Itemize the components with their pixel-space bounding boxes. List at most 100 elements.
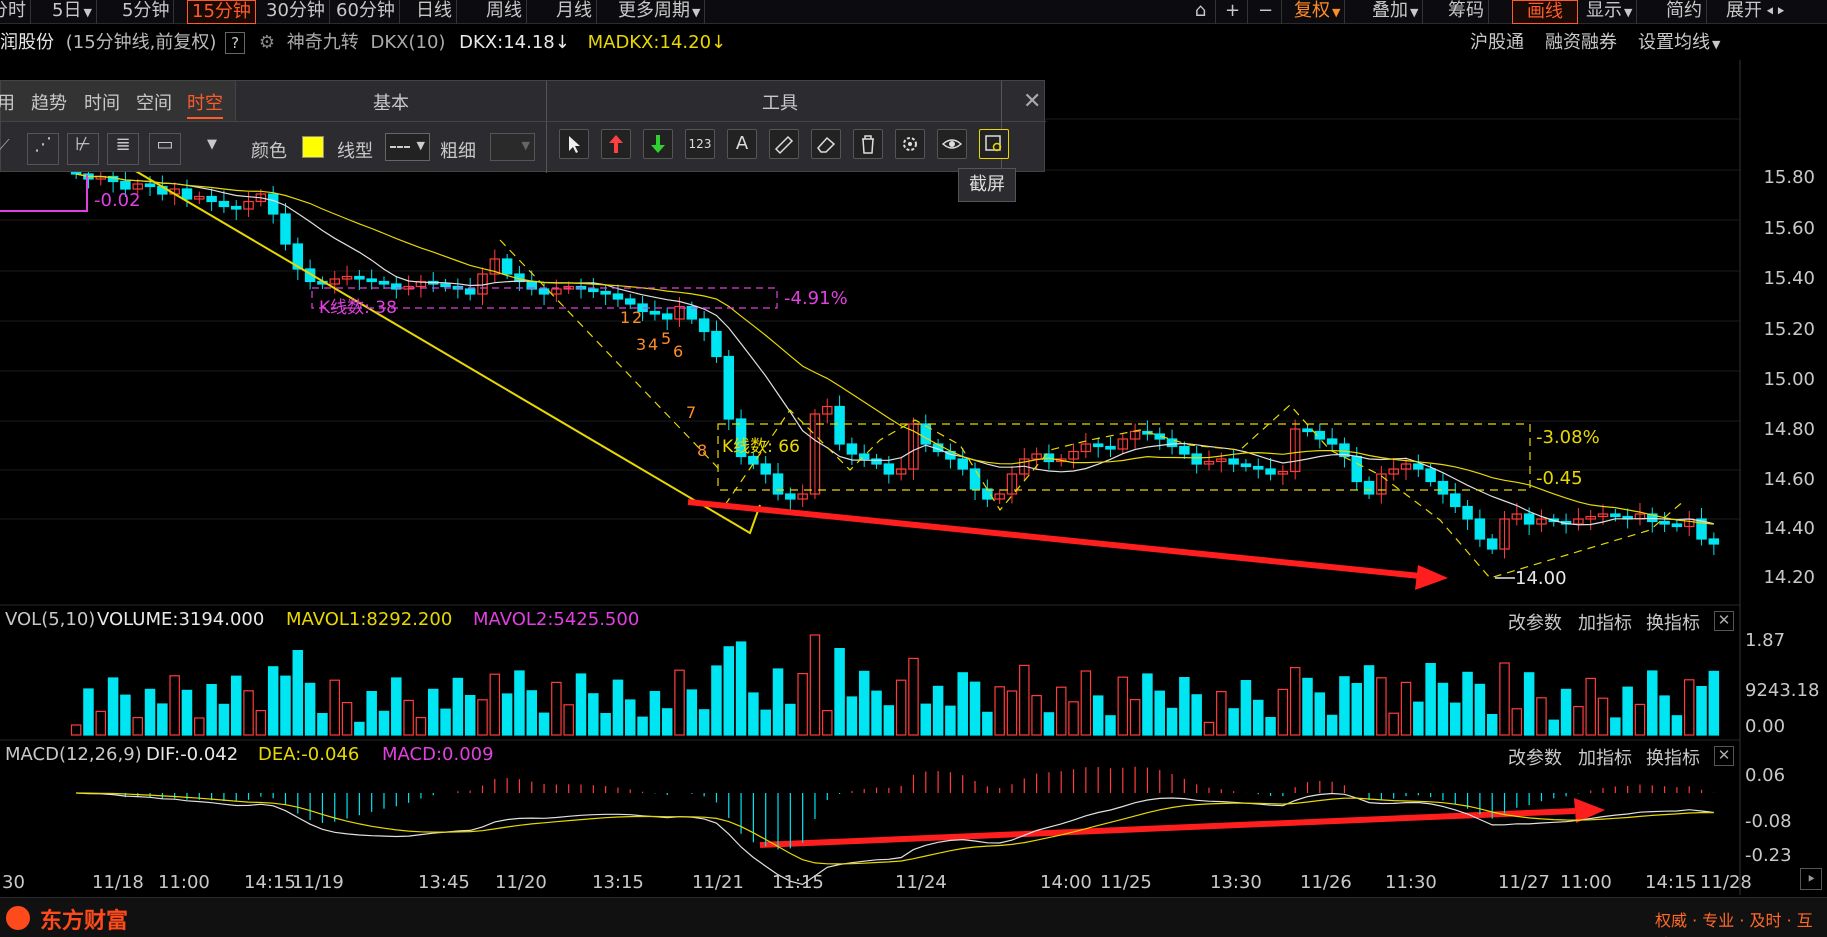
macd-close-button[interactable]: ✕ — [1714, 746, 1734, 766]
up-arrow-tool-icon[interactable] — [601, 129, 631, 159]
time-axis-label: 11:15 — [772, 872, 824, 893]
candle-body — [1659, 520, 1670, 525]
candle-body — [1265, 468, 1276, 475]
eraser-tool-icon[interactable] — [811, 129, 841, 159]
channel-icon[interactable]: ⊬ — [67, 133, 99, 165]
volume-bar — [723, 646, 735, 736]
thickness-select[interactable]: ▼ — [490, 133, 535, 161]
time-axis-label: 11/20 — [495, 872, 547, 893]
vol-add-indicator[interactable]: 加指标 — [1578, 609, 1632, 635]
volume-bar — [1006, 690, 1018, 736]
number-tool-icon[interactable]: 123 — [685, 129, 715, 159]
trash-icon[interactable] — [853, 129, 883, 159]
time-axis-label: 11/28 — [1700, 872, 1752, 893]
volume-bar — [1708, 670, 1720, 736]
tab-timespace[interactable]: 时空 — [187, 89, 223, 119]
candle-body — [206, 195, 217, 203]
time-axis-label: 13:30 — [1210, 872, 1262, 893]
volume-bar — [403, 699, 414, 736]
candle-body — [501, 258, 513, 275]
volume-bar — [883, 705, 895, 736]
volume-bar — [1634, 703, 1646, 736]
price-axis-label: 15.40 — [1763, 268, 1815, 289]
candle-body — [600, 290, 611, 295]
gear-icon[interactable] — [895, 129, 925, 159]
volume-bar — [415, 716, 427, 736]
td-count-2: 2 — [632, 308, 643, 327]
moving-averages — [76, 173, 1714, 526]
down-arrow-tool-icon[interactable] — [643, 129, 673, 159]
macd-switch-indicator[interactable]: 换指标 — [1646, 744, 1700, 770]
macd-add-indicator[interactable]: 加指标 — [1578, 744, 1632, 770]
candle-body — [711, 330, 722, 358]
candle-body — [1523, 513, 1535, 525]
ma-yellow-line — [76, 173, 1714, 525]
macd-title: MACD(12,26,9) — [5, 744, 142, 765]
volume-bar — [1425, 662, 1436, 736]
volume-bar — [563, 704, 574, 736]
td-count-7: 7 — [686, 403, 697, 422]
vol-switch-indicator[interactable]: 换指标 — [1646, 609, 1700, 635]
volume-bar — [1683, 679, 1695, 736]
volume-bar — [1203, 721, 1215, 736]
volume-bar — [1314, 692, 1326, 736]
candle-body — [280, 213, 291, 245]
rectangle-icon[interactable]: ▭ — [149, 133, 181, 165]
price-axis-label: 15.60 — [1763, 218, 1815, 239]
basic-header: 基本 — [373, 93, 409, 114]
volume-bar — [1043, 712, 1055, 736]
volume-bar — [1351, 682, 1363, 736]
pointer-tool-icon[interactable] — [559, 129, 589, 159]
volume-bar — [267, 666, 279, 736]
tab-use[interactable]: 用 — [0, 89, 15, 115]
fan-line-icon[interactable]: ⟋ — [0, 136, 10, 157]
volume-bar — [1659, 695, 1670, 736]
tab-trend[interactable]: 趋势 — [31, 89, 67, 115]
candlesticks — [70, 164, 1720, 559]
dif-value: DIF:-0.042 — [146, 744, 239, 765]
tab-time[interactable]: 时间 — [84, 89, 120, 115]
color-swatch[interactable] — [302, 136, 324, 158]
candle-body — [440, 283, 451, 288]
candle-body — [230, 205, 242, 210]
vol-close-button[interactable]: ✕ — [1714, 611, 1734, 631]
volume-bar — [1511, 708, 1523, 736]
candle-body — [1363, 480, 1375, 495]
macd-axis-label: -0.23 — [1745, 845, 1792, 866]
scroll-right-icon[interactable]: ⯈ — [1800, 868, 1822, 890]
red-arrow-price — [687, 499, 1421, 579]
macd-edit-params[interactable]: 改参数 — [1508, 744, 1562, 770]
panel-close-button[interactable]: ✕ — [1023, 89, 1041, 114]
volume-bar — [1647, 670, 1658, 736]
ma-white-line — [76, 173, 1714, 526]
text-tool-icon[interactable]: A — [727, 129, 757, 159]
time-axis-label: 11/24 — [895, 872, 947, 893]
time-axis-label: 14:00 — [1040, 872, 1092, 893]
drawing-annotations — [0, 149, 1686, 848]
candle-body — [772, 473, 784, 495]
volume-bar — [489, 673, 501, 736]
volume-bar — [1622, 686, 1633, 736]
tab-space[interactable]: 空间 — [136, 89, 172, 115]
candle-body — [1351, 455, 1363, 483]
volume-bar — [218, 703, 230, 736]
linetype-select[interactable]: ▼ — [385, 133, 430, 161]
volume-bar — [858, 670, 870, 736]
volume-bar — [107, 677, 119, 736]
volume-bar — [477, 699, 488, 736]
parallel-icon[interactable]: ≣ — [107, 133, 139, 165]
candle-body — [1462, 505, 1473, 520]
volume-bar — [243, 690, 254, 736]
ruler-tool-icon[interactable] — [769, 129, 799, 159]
eye-icon[interactable] — [937, 129, 967, 159]
td-count-8: 8 — [697, 441, 708, 460]
candle-body — [612, 293, 624, 300]
macd-axis-label: -0.08 — [1745, 811, 1792, 832]
chevron-down-icon[interactable]: ▼ — [207, 137, 217, 152]
candle-body — [661, 313, 673, 320]
vol-edit-params[interactable]: 改参数 — [1508, 609, 1562, 635]
fan-icon[interactable]: ⋰ — [27, 133, 59, 165]
screenshot-tool-icon[interactable] — [979, 129, 1009, 159]
candle-body — [464, 288, 476, 295]
volume-bar — [1265, 716, 1276, 736]
